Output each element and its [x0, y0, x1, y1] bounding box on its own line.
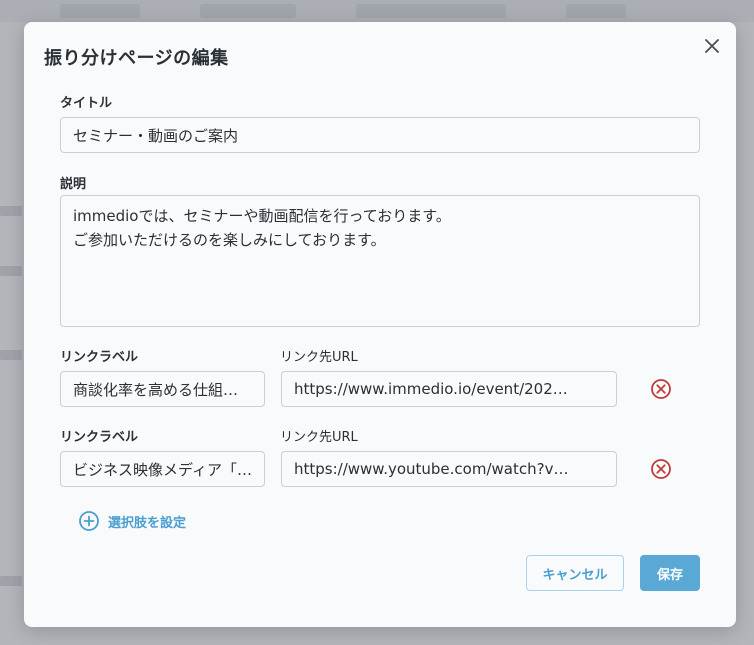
edit-routing-page-dialog: 振り分けページの編集 タイトル セミナー・動画のご案内 説明 immedioでは…	[24, 22, 736, 627]
description-textarea[interactable]: immedioでは、セミナーや動画配信を行っております。 ご参加いただけるのを楽…	[60, 195, 700, 327]
title-field-label: タイトル	[60, 96, 113, 111]
remove-circle-icon	[651, 459, 671, 479]
link-label-caption: リンクラベル	[60, 350, 139, 365]
link-label-caption: リンクラベル	[60, 430, 139, 445]
link-url-input[interactable]: https://www.immedio.io/event/202…	[281, 371, 617, 407]
add-circle-icon	[79, 511, 99, 531]
link-url-caption: リンク先URL	[280, 430, 358, 445]
remove-link-button[interactable]	[650, 378, 672, 400]
title-input-value: セミナー・動画のご案内	[73, 126, 239, 145]
title-input[interactable]: セミナー・動画のご案内	[60, 117, 700, 153]
dialog-title: 振り分けページの編集	[44, 48, 229, 69]
add-choice-button[interactable]: 選択肢を設定	[78, 510, 186, 532]
link-url-value: https://www.youtube.com/watch?v…	[294, 460, 569, 478]
link-url-caption: リンク先URL	[280, 350, 358, 365]
link-label-input[interactable]: ビジネス映像メディア「…	[60, 451, 265, 487]
cancel-button[interactable]: キャンセル	[526, 555, 624, 591]
remove-link-button[interactable]	[650, 458, 672, 480]
link-label-value: 商談化率を高める仕組…	[73, 380, 239, 399]
description-field-label: 説明	[60, 177, 87, 192]
add-choice-label: 選択肢を設定	[108, 515, 187, 531]
description-line: ご参加いただけるのを楽しみにしております。	[73, 231, 386, 249]
description-line: immedioでは、セミナーや動画配信を行っております。	[73, 207, 451, 225]
link-url-input[interactable]: https://www.youtube.com/watch?v…	[281, 451, 617, 487]
link-url-value: https://www.immedio.io/event/202…	[294, 380, 568, 398]
save-button[interactable]: 保存	[640, 555, 700, 591]
link-label-value: ビジネス映像メディア「…	[73, 460, 252, 479]
link-label-input[interactable]: 商談化率を高める仕組…	[60, 371, 265, 407]
remove-circle-icon	[651, 379, 671, 399]
close-button[interactable]	[702, 36, 722, 56]
close-icon	[705, 39, 719, 53]
